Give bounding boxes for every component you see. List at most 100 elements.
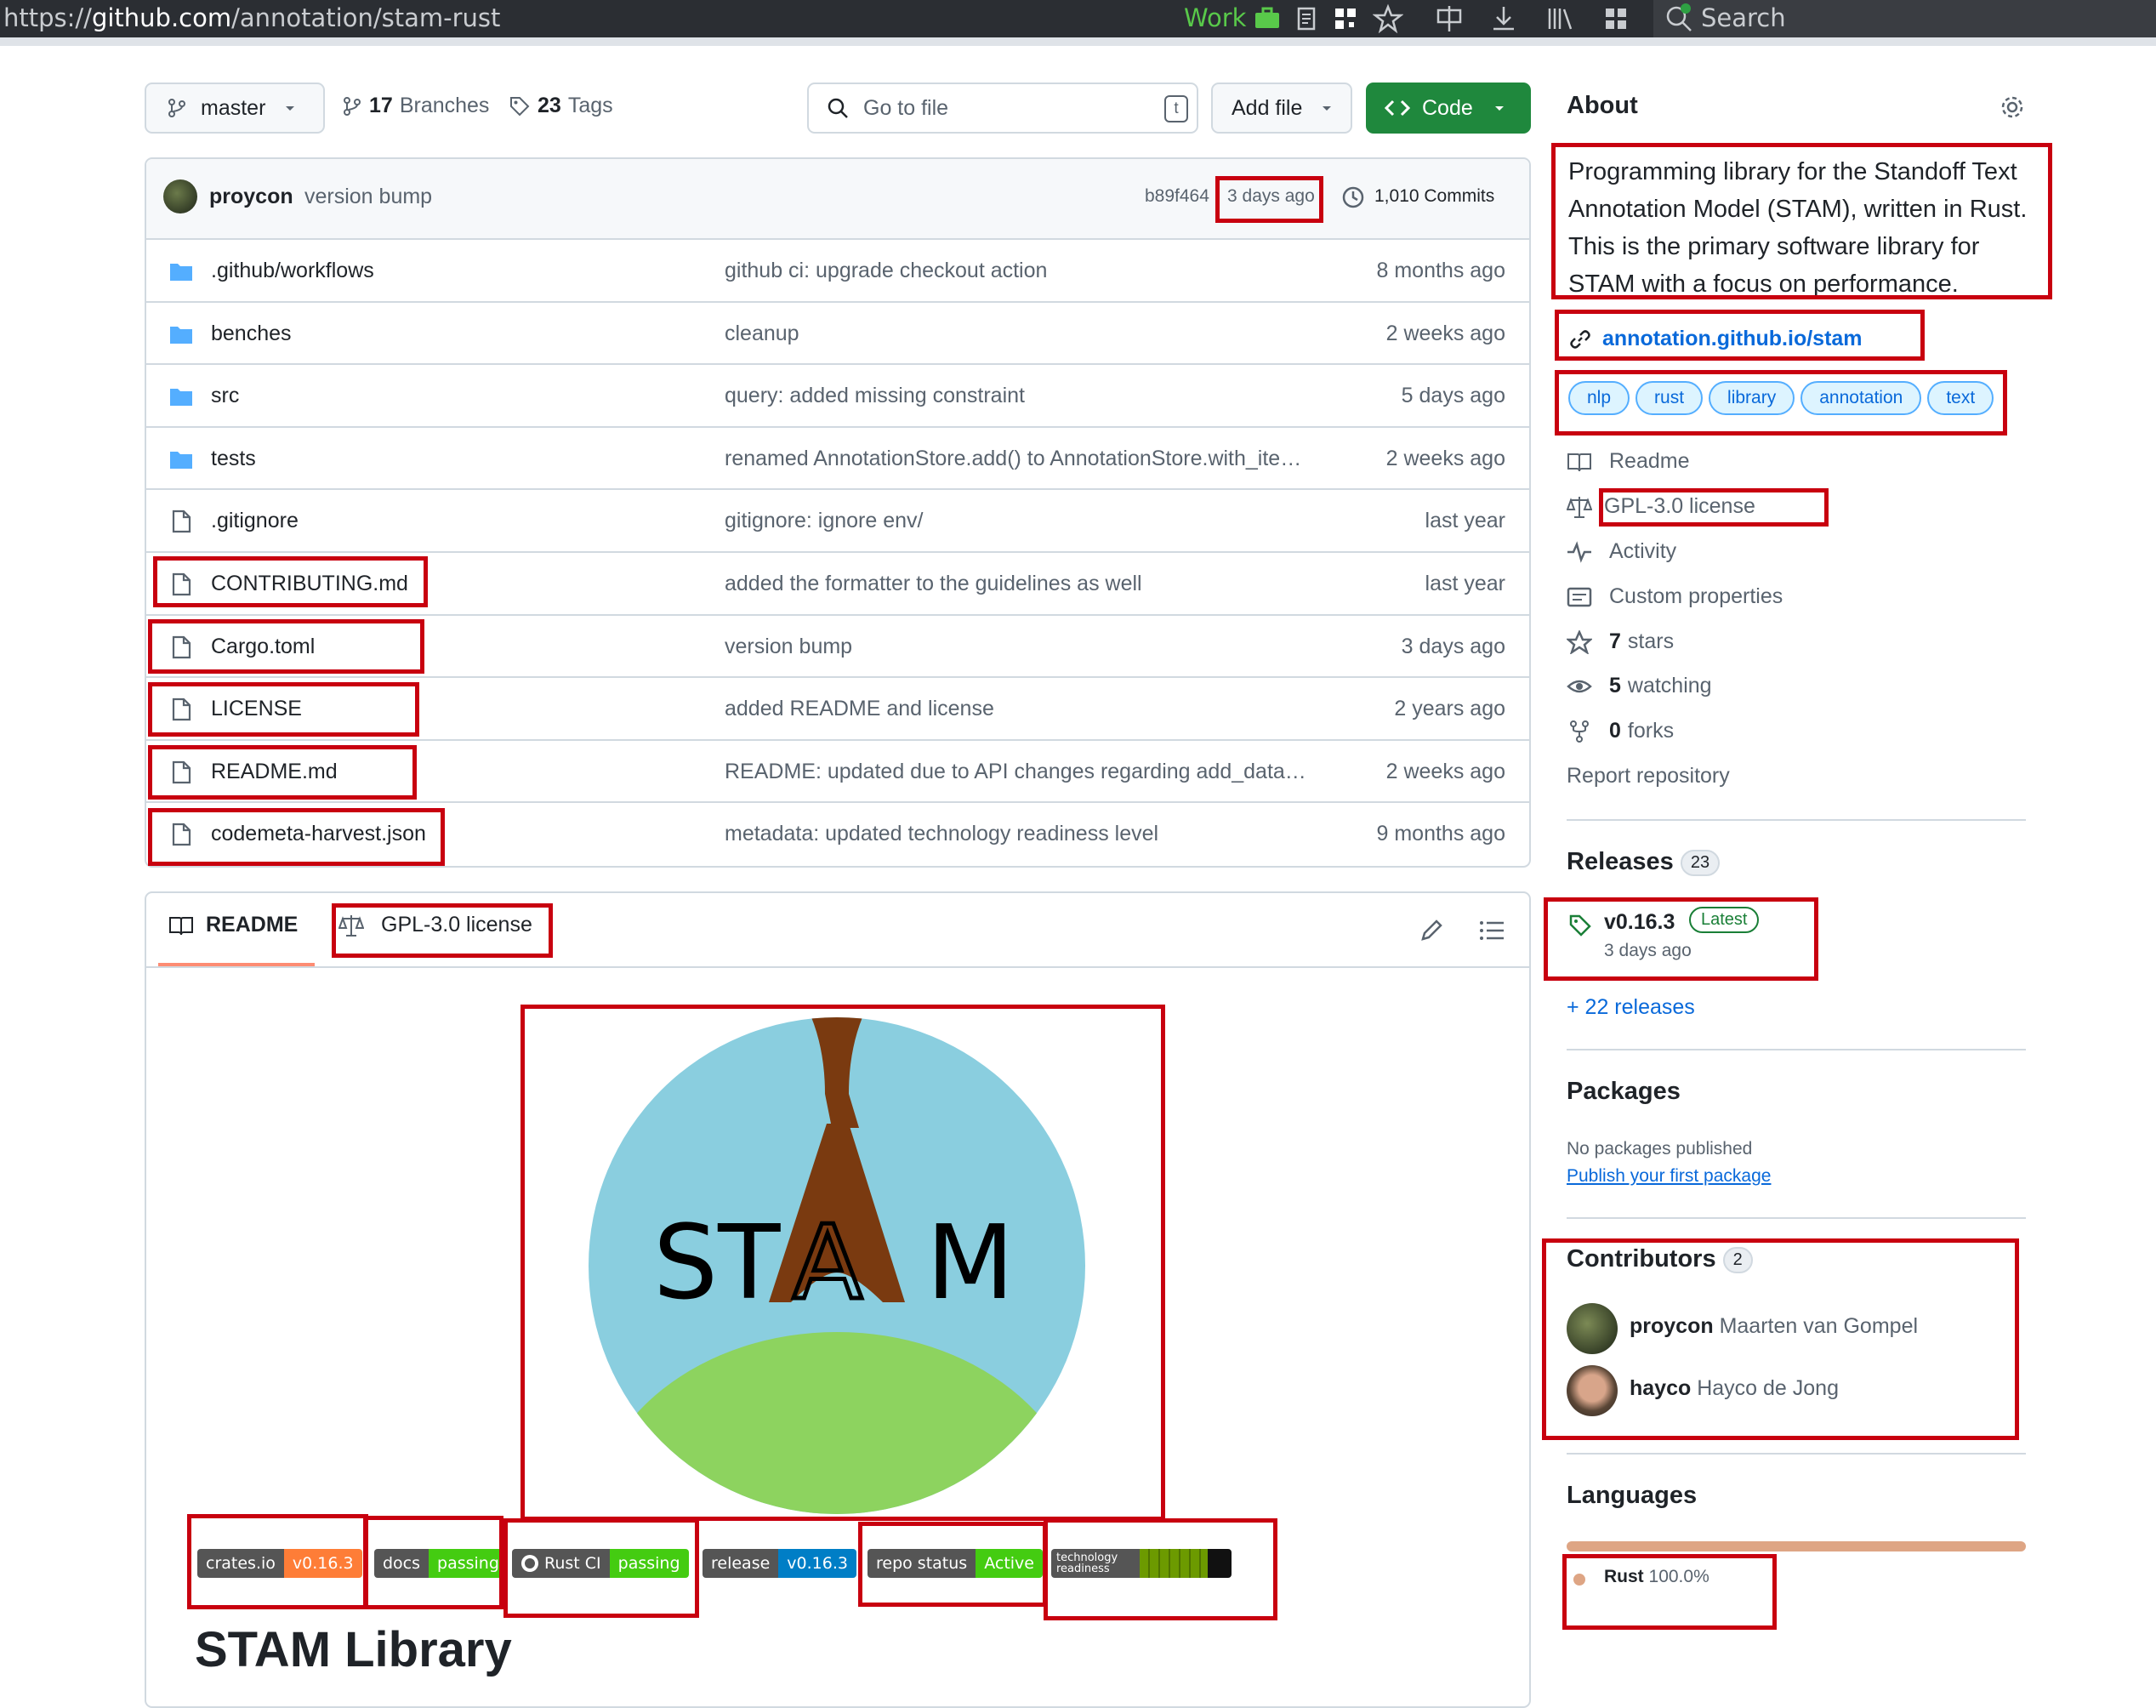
- file-name[interactable]: .gitignore: [211, 509, 299, 533]
- law-icon: [338, 914, 364, 937]
- reader-view-icon[interactable]: [1291, 3, 1322, 34]
- tab-readme[interactable]: README: [168, 913, 298, 937]
- tags-link[interactable]: 23 Tags: [509, 94, 613, 118]
- publish-package-link[interactable]: Publish your first package: [1567, 1166, 1771, 1187]
- add-file-button[interactable]: Add file: [1211, 83, 1352, 134]
- file-commit-message[interactable]: README: updated due to API changes regar…: [725, 760, 1306, 784]
- file-row[interactable]: LICENSE added README and license 2 years a…: [145, 676, 1531, 740]
- badge-release-label: release: [703, 1549, 779, 1578]
- topic-tag[interactable]: annotation: [1800, 381, 1922, 415]
- commits-link[interactable]: 1,010 Commits: [1374, 186, 1494, 207]
- file-row[interactable]: .gitignore gitignore: ignore env/last yea…: [145, 488, 1531, 552]
- file-commit-message[interactable]: github ci: upgrade checkout action: [725, 259, 1047, 283]
- topic-tag[interactable]: text: [1927, 381, 1994, 415]
- file-name[interactable]: codemeta-harvest.json: [211, 822, 426, 846]
- file-row[interactable]: benches cleanup 2 weeks ago: [145, 300, 1531, 365]
- file-name[interactable]: src: [211, 384, 239, 408]
- badge-rust-ci[interactable]: Rust CI passing: [512, 1549, 689, 1578]
- file-name[interactable]: CONTRIBUTING.md: [211, 572, 408, 596]
- branches-link[interactable]: 17 Branches: [342, 94, 489, 118]
- qr-code-icon[interactable]: [1330, 3, 1361, 34]
- file-name[interactable]: tests: [211, 447, 256, 471]
- badge-crates[interactable]: crates.io v0.16.3: [197, 1549, 362, 1578]
- stars-count: 7: [1609, 629, 1621, 653]
- language-item[interactable]: Rust 100.0%: [1604, 1567, 1709, 1587]
- stars-link[interactable]: 7 stars: [1567, 629, 1674, 654]
- watchers-link[interactable]: 5 watching: [1567, 674, 1712, 698]
- file-row[interactable]: codemeta-harvest.json metadata: updated t…: [145, 801, 1531, 865]
- avatar[interactable]: [163, 179, 197, 214]
- file-commit-message[interactable]: cleanup: [725, 322, 799, 346]
- file-row[interactable]: CONTRIBUTING.md added the formatter to th…: [145, 551, 1531, 615]
- topic-tag[interactable]: rust: [1635, 381, 1704, 415]
- code-button[interactable]: Code: [1366, 83, 1531, 134]
- commit-hash[interactable]: b89f464: [1145, 186, 1209, 207]
- report-repository-link[interactable]: Report repository: [1567, 764, 1730, 789]
- releases-title[interactable]: Releases 23: [1567, 848, 1721, 876]
- file-name[interactable]: README.md: [211, 760, 338, 784]
- file-commit-message[interactable]: added README and license: [725, 697, 994, 721]
- library-icon[interactable]: [1544, 3, 1575, 34]
- url-bar[interactable]: https://github.com/annotation/stam-rust: [3, 3, 500, 32]
- contributor-name: Maarten van Gompel: [1719, 1314, 1919, 1338]
- tab-license[interactable]: GPL-3.0 license: [338, 913, 532, 937]
- badge-repo-status-value: Active: [976, 1549, 1043, 1578]
- badge-repo-status[interactable]: repo status Active: [868, 1549, 1043, 1578]
- topic-tag[interactable]: library: [1709, 381, 1795, 415]
- packages-title[interactable]: Packages: [1567, 1078, 1681, 1106]
- file-commit-message[interactable]: renamed AnnotationStore.add() to Annotat…: [725, 447, 1301, 471]
- container-label[interactable]: Work: [1184, 3, 1280, 32]
- about-title: About: [1567, 92, 1638, 119]
- more-releases-link[interactable]: + 22 releases: [1567, 995, 1695, 1020]
- outline-list-icon[interactable]: [1478, 918, 1505, 943]
- badge-release[interactable]: release v0.16.3: [703, 1549, 856, 1578]
- branch-selector[interactable]: master: [145, 83, 325, 134]
- file-name[interactable]: .github/workflows: [211, 259, 374, 283]
- badge-docs[interactable]: docs passing: [374, 1549, 508, 1578]
- file-row[interactable]: .github/workflows github ci: upgrade chec…: [145, 238, 1531, 302]
- file-name[interactable]: Cargo.toml: [211, 635, 315, 659]
- badge-repo-status-label: repo status: [868, 1549, 976, 1578]
- website-link[interactable]: annotation.github.io/stam: [1568, 327, 1863, 351]
- contributor-item[interactable]: hayco Hayco de Jong: [1630, 1376, 1839, 1401]
- file-commit-message[interactable]: version bump: [725, 635, 852, 659]
- forks-link[interactable]: 0 forks: [1567, 719, 1674, 743]
- language-color-dot: [1573, 1574, 1585, 1586]
- website-url: annotation.github.io/stam: [1602, 327, 1863, 350]
- go-to-file-input[interactable]: Go to file t: [807, 83, 1198, 134]
- contributor-item[interactable]: proycon Maarten van Gompel: [1630, 1314, 1918, 1339]
- activity-link[interactable]: Activity: [1567, 539, 1676, 564]
- pencil-icon[interactable]: [1419, 918, 1444, 943]
- book-icon: [1567, 453, 1591, 471]
- license-link[interactable]: GPL-3.0 license: [1567, 494, 1755, 519]
- download-icon[interactable]: [1488, 3, 1519, 34]
- bookmark-star-icon[interactable]: [1373, 3, 1403, 34]
- topic-tag[interactable]: nlp: [1568, 381, 1630, 415]
- file-commit-message[interactable]: added the formatter to the guidelines as…: [725, 572, 1142, 596]
- contributors-count: 2: [1722, 1246, 1753, 1273]
- file-name[interactable]: LICENSE: [211, 697, 302, 721]
- file-row[interactable]: Cargo.toml version bump 3 days ago: [145, 613, 1531, 678]
- branches-count: 17: [369, 94, 393, 117]
- file-commit-message[interactable]: query: added missing constraint: [725, 384, 1025, 408]
- branch-icon: [344, 96, 361, 116]
- extensions-icon[interactable]: [1601, 3, 1631, 34]
- avatar[interactable]: [1567, 1365, 1618, 1416]
- commit-author[interactable]: proycon: [209, 185, 293, 209]
- commit-message[interactable]: version bump: [304, 185, 432, 209]
- custom-properties-link[interactable]: Custom properties: [1567, 584, 1783, 609]
- file-commit-message[interactable]: metadata: updated technology readiness l…: [725, 822, 1158, 846]
- badge-technology-readiness[interactable]: technology readiness: [1051, 1549, 1232, 1578]
- readme-link[interactable]: Readme: [1567, 449, 1690, 474]
- file-commit-message[interactable]: gitignore: ignore env/: [725, 509, 923, 533]
- file-row[interactable]: tests renamed AnnotationStore.add() to An…: [145, 425, 1531, 490]
- file-row[interactable]: README.md README: updated due to API chan…: [145, 738, 1531, 803]
- latest-release-badge: Latest: [1689, 907, 1760, 933]
- translate-icon[interactable]: [1434, 3, 1465, 34]
- contributors-title[interactable]: Contributors 2: [1567, 1245, 1753, 1273]
- avatar[interactable]: [1567, 1303, 1618, 1354]
- gear-icon[interactable]: [1999, 94, 2026, 121]
- latest-release-tag[interactable]: v0.16.3: [1604, 910, 1675, 935]
- file-row[interactable]: src query: added missing constraint 5 days…: [145, 363, 1531, 427]
- file-name[interactable]: benches: [211, 322, 292, 346]
